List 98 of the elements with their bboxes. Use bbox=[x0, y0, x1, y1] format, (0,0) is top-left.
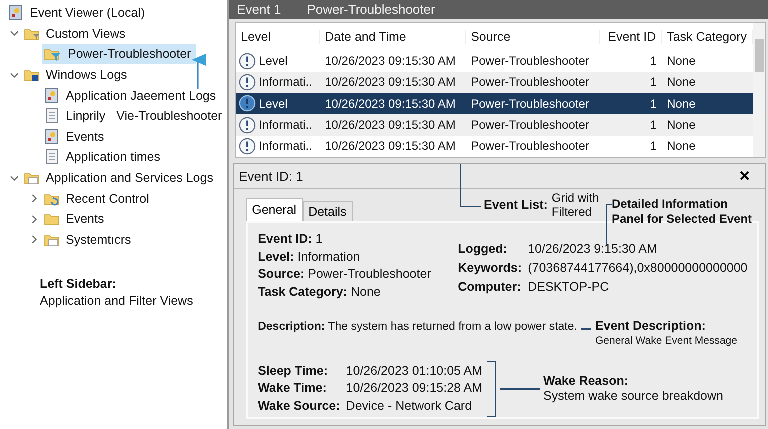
field-value: DESKTOP-PC bbox=[528, 279, 610, 296]
chevron-right-icon[interactable] bbox=[30, 235, 38, 244]
tree-item-text: Vie-Troubleshooter bbox=[116, 109, 222, 124]
scrollbar[interactable] bbox=[753, 22, 765, 157]
pointer-arrow bbox=[191, 54, 207, 90]
annotation-title: Event List: bbox=[484, 198, 548, 212]
field-text: Task Category: None bbox=[258, 284, 382, 301]
table-cell-text: 10/26/2023 09:15:30 AM bbox=[324, 139, 457, 154]
table-cell-text: Power-Troubleshooter bbox=[470, 75, 590, 90]
panel-title: Event ID: 1 bbox=[239, 168, 304, 184]
table-cell: Informati.. bbox=[259, 139, 312, 154]
field-value: 10/26/2023 09:15:28 AM bbox=[346, 380, 483, 398]
table-cell-text: None bbox=[666, 118, 697, 132]
table-cell: Level bbox=[259, 96, 288, 111]
event-row[interactable]: Informati.. 10/26/2023 09:15:30 AM Power-Troubleshooter 1 None bbox=[236, 114, 753, 136]
table-cell-text: 1 bbox=[649, 75, 658, 90]
table-cell-text: 10/26/2023 09:15:30 AM bbox=[324, 54, 457, 68]
annotation-title: Detailed Information Panel for Selected Event bbox=[612, 197, 754, 228]
log-icon bbox=[44, 88, 60, 104]
tab[interactable]: General bbox=[246, 198, 303, 221]
field-label: Wake Source: bbox=[258, 398, 340, 415]
tree-item[interactable]: Application Jaeement Logs bbox=[42, 86, 222, 106]
tree-item[interactable]: Windows Logs bbox=[22, 65, 132, 86]
page-icon bbox=[44, 149, 60, 166]
table-cell-text: 10/26/2023 09:15:30 AM bbox=[324, 75, 457, 90]
page-icon bbox=[44, 108, 60, 124]
table-cell: Informati.. bbox=[259, 75, 312, 90]
tree-item[interactable]: Events bbox=[42, 209, 110, 230]
info-icon bbox=[239, 138, 256, 155]
tab[interactable]: Details bbox=[302, 201, 353, 221]
field-label: Computer: bbox=[458, 279, 522, 296]
annotation-text: General Wake Event Message bbox=[595, 334, 738, 349]
info-icon bbox=[239, 74, 256, 91]
chevron-right-icon[interactable] bbox=[30, 194, 38, 204]
chevron-down-icon[interactable] bbox=[10, 70, 18, 80]
table-cell-text: 1 bbox=[649, 118, 658, 132]
table-cell-text: 1 bbox=[649, 139, 658, 154]
table-cell-text: Power-Troubleshooter bbox=[470, 139, 590, 154]
column-header[interactable]: Source bbox=[466, 30, 600, 44]
tree-item[interactable]: Systemtıcrs bbox=[42, 230, 136, 250]
table-cell-text: None bbox=[666, 54, 697, 68]
event-row[interactable]: Informati.. 10/26/2023 09:15:30 AM Power-Troubleshooter 1 None bbox=[236, 136, 753, 157]
table-cell-text: 1 bbox=[649, 54, 658, 68]
tree-item[interactable]: Event Viewer (Local) bbox=[6, 3, 150, 24]
field-label: Wake Time: bbox=[258, 380, 328, 398]
log-icon bbox=[44, 128, 60, 145]
event-row[interactable]: Informati.. 10/26/2023 09:15:30 AM Power-Troubleshooter 1 None bbox=[236, 72, 753, 94]
table-cell-text: 10/26/2023 09:15:30 AM bbox=[324, 118, 457, 132]
field-value: (70368744177664),0x80000000000000 bbox=[528, 260, 748, 277]
info-icon bbox=[239, 52, 256, 70]
leader-line bbox=[460, 164, 481, 207]
tree-item[interactable]: Application times bbox=[42, 147, 166, 168]
event-subtitle: Power-Troubleshooter bbox=[307, 2, 436, 17]
column-header[interactable]: Level bbox=[236, 30, 320, 44]
annotation-title: Event Description: bbox=[595, 319, 707, 334]
event-row[interactable]: Level 10/26/2023 09:15:30 AM Power-Troubleshooter 1 None bbox=[236, 93, 753, 114]
chevron-right-icon[interactable] bbox=[30, 214, 38, 224]
table-cell-text: Power-Troubleshooter bbox=[470, 96, 590, 111]
chevron-down-icon[interactable] bbox=[10, 29, 18, 38]
table-cell-text: 1 bbox=[649, 96, 658, 111]
table-cell-text: None bbox=[666, 96, 697, 111]
table-cell-text: None bbox=[666, 75, 697, 90]
field-label: Keywords: bbox=[458, 260, 523, 277]
field-value: Device - Network Card bbox=[346, 398, 474, 415]
leader-line bbox=[606, 204, 612, 245]
sidebar-note: Left Sidebar: Application and Filter Views bbox=[40, 276, 194, 310]
tree-item[interactable]: Custom Views bbox=[22, 24, 131, 44]
field-text: Event ID: 1 bbox=[258, 231, 324, 248]
table-cell: Informati.. bbox=[259, 118, 312, 132]
field-text: Level: Information bbox=[258, 248, 362, 266]
close-button[interactable]: ✕ bbox=[735, 168, 755, 184]
tree-item[interactable]: Recent Control bbox=[42, 188, 154, 209]
table-cell-text: None bbox=[666, 139, 697, 154]
field-label: Logged: bbox=[458, 241, 508, 258]
annotation-title: Wake Reason: bbox=[544, 374, 630, 389]
chevron-down-icon[interactable] bbox=[10, 174, 18, 183]
bracket bbox=[486, 361, 496, 417]
tree-item[interactable]: Power-Troubleshooter bbox=[42, 44, 196, 64]
scrollbar-thumb[interactable] bbox=[754, 38, 764, 72]
table-cell-text: 10/26/2023 09:15:30 AM bbox=[324, 96, 457, 111]
field-value: 10/26/2023 01:10:05 AM bbox=[346, 362, 483, 380]
annotation-text: System wake source breakdown bbox=[544, 389, 724, 404]
column-header[interactable]: Date and Time bbox=[320, 30, 466, 44]
tree-item[interactable]: Events bbox=[42, 126, 110, 147]
info-icon bbox=[239, 95, 256, 112]
info-icon bbox=[239, 116, 256, 134]
tree-item[interactable]: Linprily bbox=[42, 106, 111, 126]
table-cell: Level bbox=[259, 54, 288, 68]
event-viewer-icon bbox=[8, 5, 24, 22]
column-header[interactable]: Event ID bbox=[600, 30, 662, 44]
field-value: 10/26/2023 9:15:30 AM bbox=[528, 241, 658, 258]
field-label: Sleep Time: bbox=[258, 362, 330, 380]
event-title: Event 1 bbox=[237, 2, 282, 17]
field-text: Source: Power-Troubleshooter bbox=[258, 266, 432, 283]
description-text: Description: The system has returned from a low power state. bbox=[258, 320, 578, 333]
tree-item[interactable]: Application and Services Logs bbox=[22, 168, 218, 188]
table-cell-text: Power-Troubleshooter bbox=[470, 54, 590, 68]
table-cell-text: Power-Troubleshooter bbox=[470, 118, 590, 132]
